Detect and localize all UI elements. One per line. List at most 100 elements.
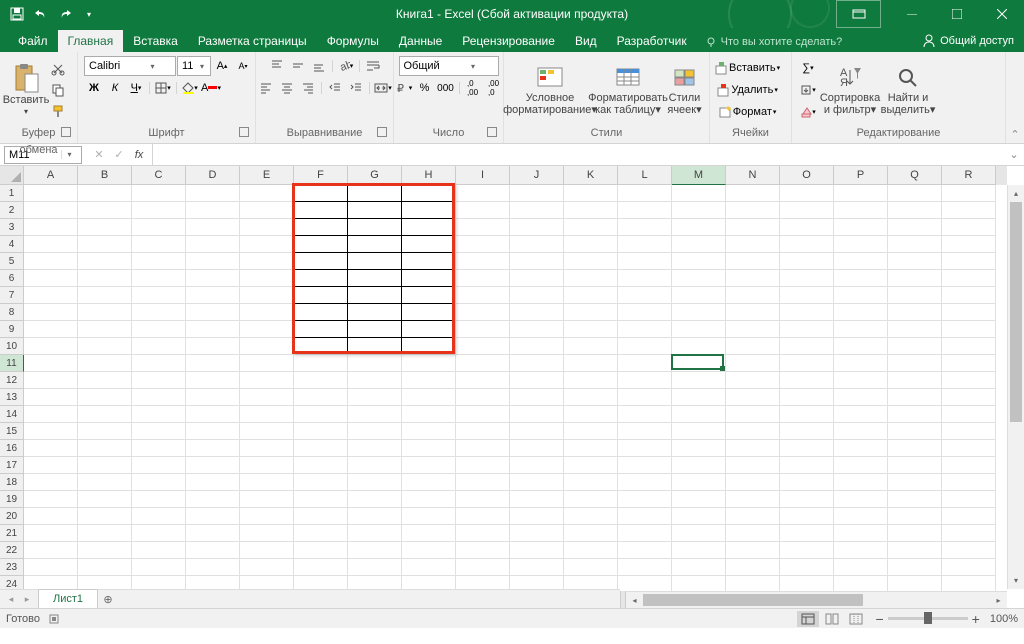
cell[interactable] [186, 321, 240, 338]
cell[interactable] [510, 185, 564, 202]
collapse-ribbon-icon[interactable]: ⌃ [1010, 128, 1019, 141]
cell[interactable] [78, 491, 132, 508]
cell[interactable] [510, 525, 564, 542]
cell[interactable] [510, 219, 564, 236]
increase-decimal-icon[interactable]: ,0,00 [463, 78, 483, 98]
cell[interactable] [510, 474, 564, 491]
cell[interactable] [510, 253, 564, 270]
cell[interactable] [618, 321, 672, 338]
cell[interactable] [726, 219, 780, 236]
zoom-slider[interactable] [888, 617, 968, 620]
cell[interactable] [510, 457, 564, 474]
cell[interactable] [24, 559, 78, 576]
cell[interactable] [510, 304, 564, 321]
cell[interactable] [78, 406, 132, 423]
font-name-combo[interactable]: Calibri▾ [84, 56, 176, 76]
cell[interactable] [24, 440, 78, 457]
scroll-right-icon[interactable]: ▸ [990, 592, 1007, 608]
cell[interactable] [240, 525, 294, 542]
bold-icon[interactable]: Ж [84, 78, 104, 98]
cell[interactable] [618, 287, 672, 304]
cell[interactable] [294, 440, 348, 457]
cell[interactable] [888, 338, 942, 355]
cell[interactable] [78, 253, 132, 270]
cell[interactable] [24, 474, 78, 491]
row-header[interactable]: 2 [0, 202, 24, 219]
cell[interactable] [780, 440, 834, 457]
wrap-text-icon[interactable] [363, 56, 383, 76]
insert-cells-button[interactable]: Вставить▾ [714, 58, 784, 78]
cell[interactable] [240, 372, 294, 389]
cell[interactable] [888, 253, 942, 270]
cell[interactable] [240, 287, 294, 304]
font-color-icon[interactable]: A▾ [201, 78, 221, 98]
scroll-down-icon[interactable]: ▾ [1008, 572, 1024, 589]
cell[interactable] [456, 321, 510, 338]
insert-function-icon[interactable]: fx [130, 146, 148, 164]
cell[interactable] [78, 440, 132, 457]
cell[interactable] [240, 270, 294, 287]
cell[interactable] [294, 219, 348, 236]
cell[interactable] [618, 304, 672, 321]
cell[interactable] [726, 338, 780, 355]
font-size-combo[interactable]: 11▾ [177, 56, 211, 76]
cell[interactable] [132, 202, 186, 219]
cell[interactable] [564, 457, 618, 474]
cell[interactable] [402, 559, 456, 576]
cell[interactable] [618, 270, 672, 287]
column-header[interactable]: Q [888, 166, 942, 185]
cell[interactable] [186, 440, 240, 457]
cell[interactable] [780, 338, 834, 355]
formula-input[interactable] [153, 146, 1004, 164]
page-break-view-icon[interactable] [845, 611, 867, 627]
cell[interactable] [24, 321, 78, 338]
cell[interactable] [456, 474, 510, 491]
cell[interactable] [564, 525, 618, 542]
cell[interactable] [348, 440, 402, 457]
column-header[interactable]: C [132, 166, 186, 185]
clear-icon[interactable]: ▾ [796, 102, 820, 122]
cell[interactable] [402, 423, 456, 440]
add-sheet-button[interactable]: ⊕ [98, 590, 118, 609]
sheet-nav-next[interactable]: ▸ [20, 591, 34, 607]
cell[interactable] [402, 338, 456, 355]
cell[interactable] [834, 372, 888, 389]
cell[interactable] [672, 525, 726, 542]
cell[interactable] [132, 474, 186, 491]
cell[interactable] [888, 457, 942, 474]
cell[interactable] [888, 389, 942, 406]
scroll-up-icon[interactable]: ▴ [1008, 185, 1024, 202]
cell[interactable] [348, 355, 402, 372]
cell[interactable] [456, 457, 510, 474]
cell[interactable] [240, 185, 294, 202]
cell[interactable] [240, 304, 294, 321]
cell[interactable] [618, 542, 672, 559]
select-all-button[interactable] [0, 166, 24, 185]
cell[interactable] [294, 372, 348, 389]
cell[interactable] [240, 355, 294, 372]
cell[interactable] [456, 542, 510, 559]
row-header[interactable]: 18 [0, 474, 24, 491]
percent-icon[interactable]: % [415, 78, 435, 98]
align-middle-icon[interactable] [288, 56, 308, 76]
cell[interactable] [942, 508, 996, 525]
cell[interactable] [834, 491, 888, 508]
align-top-icon[interactable] [267, 56, 287, 76]
cell[interactable] [834, 287, 888, 304]
cell[interactable] [24, 270, 78, 287]
cell[interactable] [348, 287, 402, 304]
cell[interactable] [942, 270, 996, 287]
cell[interactable] [240, 338, 294, 355]
cell[interactable] [726, 355, 780, 372]
align-center-icon[interactable] [277, 78, 297, 98]
cell[interactable] [942, 491, 996, 508]
cell[interactable] [294, 423, 348, 440]
page-layout-view-icon[interactable] [821, 611, 843, 627]
cell[interactable] [456, 423, 510, 440]
cell[interactable] [348, 321, 402, 338]
cell[interactable] [510, 389, 564, 406]
cell[interactable] [834, 355, 888, 372]
cell[interactable] [348, 236, 402, 253]
zoom-in-icon[interactable]: + [972, 611, 980, 627]
cell[interactable] [186, 287, 240, 304]
